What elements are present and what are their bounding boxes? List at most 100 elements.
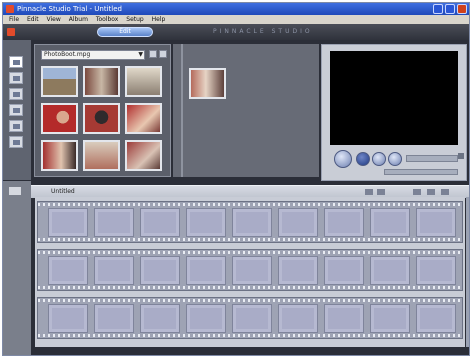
storyboard-slot[interactable] (416, 256, 456, 285)
menu-setup[interactable]: Setup (126, 15, 143, 24)
scissors-icon[interactable] (365, 189, 373, 195)
menu-file[interactable]: File (9, 15, 19, 24)
storyboard-row (37, 297, 463, 339)
text-view-icon[interactable] (441, 189, 449, 195)
album-thumbnail[interactable] (41, 140, 78, 171)
menu-edit[interactable]: Edit (27, 15, 39, 24)
folder-icon[interactable] (149, 50, 157, 58)
storyboard-row (37, 249, 463, 291)
storyboard-slot[interactable] (186, 208, 226, 237)
album-panel: PhotoBoot.mpg ▼ (34, 44, 171, 177)
jog-shuttle-slider[interactable] (384, 169, 458, 175)
storyboard-slot[interactable] (94, 208, 134, 237)
storyboard-slot[interactable] (186, 256, 226, 285)
step-forward-button[interactable] (388, 152, 402, 166)
storyboard-slot[interactable] (94, 256, 134, 285)
storyboard-slot[interactable] (140, 304, 180, 333)
film-perforation (38, 251, 462, 254)
app-window: Pinnacle Studio Trial - Untitled File Ed… (2, 2, 470, 356)
storyboard-area (35, 197, 465, 347)
storyboard-slot[interactable] (324, 304, 364, 333)
storyboard-slot[interactable] (370, 256, 410, 285)
album-right-page (173, 44, 319, 177)
rewind-button[interactable] (356, 152, 370, 166)
menu-help[interactable]: Help (152, 15, 166, 24)
storyboard-slot[interactable] (232, 256, 272, 285)
app-logo-icon (6, 5, 14, 13)
storyboard-slot[interactable] (278, 208, 318, 237)
film-perforation (38, 299, 462, 302)
storyboard-slot[interactable] (48, 304, 88, 333)
trash-icon[interactable] (377, 189, 385, 195)
storyboard-slot[interactable] (324, 208, 364, 237)
storyboard-slot[interactable] (48, 208, 88, 237)
album-source-value: PhotoBoot.mpg (44, 51, 91, 58)
transitions-tab-button[interactable] (9, 72, 23, 84)
photo-icon (13, 108, 20, 113)
storyboard-view-icon[interactable] (413, 189, 421, 195)
preview-player (321, 44, 467, 181)
storyboard-slot[interactable] (370, 304, 410, 333)
minimize-button[interactable] (433, 4, 443, 14)
sound-tab-button[interactable] (9, 136, 23, 148)
timeline-side-rail (3, 181, 31, 355)
storyboard-slot[interactable] (140, 208, 180, 237)
storyboard-slot[interactable] (324, 256, 364, 285)
storyboard-scrollbar[interactable] (466, 197, 469, 347)
storyboard-slot[interactable] (186, 304, 226, 333)
sound-icon (13, 140, 20, 145)
album-thumbnail[interactable] (41, 103, 78, 134)
video-tab-button[interactable] (9, 56, 23, 68)
storyboard-row (37, 201, 463, 243)
mode-toolbar: Edit PINNACLE STUDIO (3, 24, 469, 40)
storyboard-slot[interactable] (416, 304, 456, 333)
storyboard-slot[interactable] (94, 304, 134, 333)
album-thumbnail[interactable] (83, 66, 120, 97)
preview-screen (330, 51, 458, 145)
storyboard-slot[interactable] (48, 256, 88, 285)
scene-view-icon[interactable] (159, 50, 167, 58)
film-perforation (38, 238, 462, 241)
close-button[interactable] (457, 4, 467, 14)
title-bar[interactable]: Pinnacle Studio Trial - Untitled (3, 3, 469, 15)
titles-tab-button[interactable] (9, 88, 23, 100)
undo-icon[interactable] (7, 28, 15, 36)
menu-album[interactable]: Album (69, 15, 88, 24)
storyboard-slot[interactable] (370, 208, 410, 237)
storyboard-slot[interactable] (416, 208, 456, 237)
album-thumbnail[interactable] (83, 103, 120, 134)
storyboard-slot[interactable] (278, 256, 318, 285)
film-perforation (38, 203, 462, 206)
album-source-dropdown[interactable]: PhotoBoot.mpg ▼ (41, 50, 145, 60)
maximize-button[interactable] (445, 4, 455, 14)
menu-bar: File Edit View Album Toolbox Setup Help (3, 15, 469, 24)
storyboard-slot[interactable] (278, 304, 318, 333)
menus-tab-button[interactable] (9, 120, 23, 132)
album-thumbnail[interactable] (125, 66, 162, 97)
camera-icon (13, 60, 20, 65)
timeline-view-icon[interactable] (427, 189, 435, 195)
album-thumbnail[interactable] (41, 66, 78, 97)
step-back-button[interactable] (372, 152, 386, 166)
storyboard-slot[interactable] (140, 256, 180, 285)
play-button[interactable] (334, 150, 352, 168)
fullscreen-icon[interactable] (458, 153, 464, 159)
playback-scrubber[interactable] (406, 155, 458, 162)
storyboard-slot[interactable] (232, 304, 272, 333)
camera-icon[interactable] (9, 187, 21, 195)
tab-edit[interactable]: Edit (97, 27, 153, 37)
album-thumbnail[interactable] (83, 140, 120, 171)
window-title: Pinnacle Studio Trial - Untitled (17, 5, 122, 13)
menu-view[interactable]: View (47, 15, 61, 24)
chevron-down-icon: ▼ (138, 51, 143, 58)
brand-label: PINNACLE STUDIO (213, 28, 313, 35)
storyboard-slot[interactable] (232, 208, 272, 237)
title-icon (13, 92, 20, 97)
album-page-divider (181, 44, 183, 177)
photos-tab-button[interactable] (9, 104, 23, 116)
menu-toolbox[interactable]: Toolbox (96, 15, 119, 24)
album-thumbnail[interactable] (125, 103, 162, 134)
album-thumbnail[interactable] (189, 68, 226, 99)
disc-menu-icon (13, 124, 20, 129)
album-thumbnail[interactable] (125, 140, 162, 171)
